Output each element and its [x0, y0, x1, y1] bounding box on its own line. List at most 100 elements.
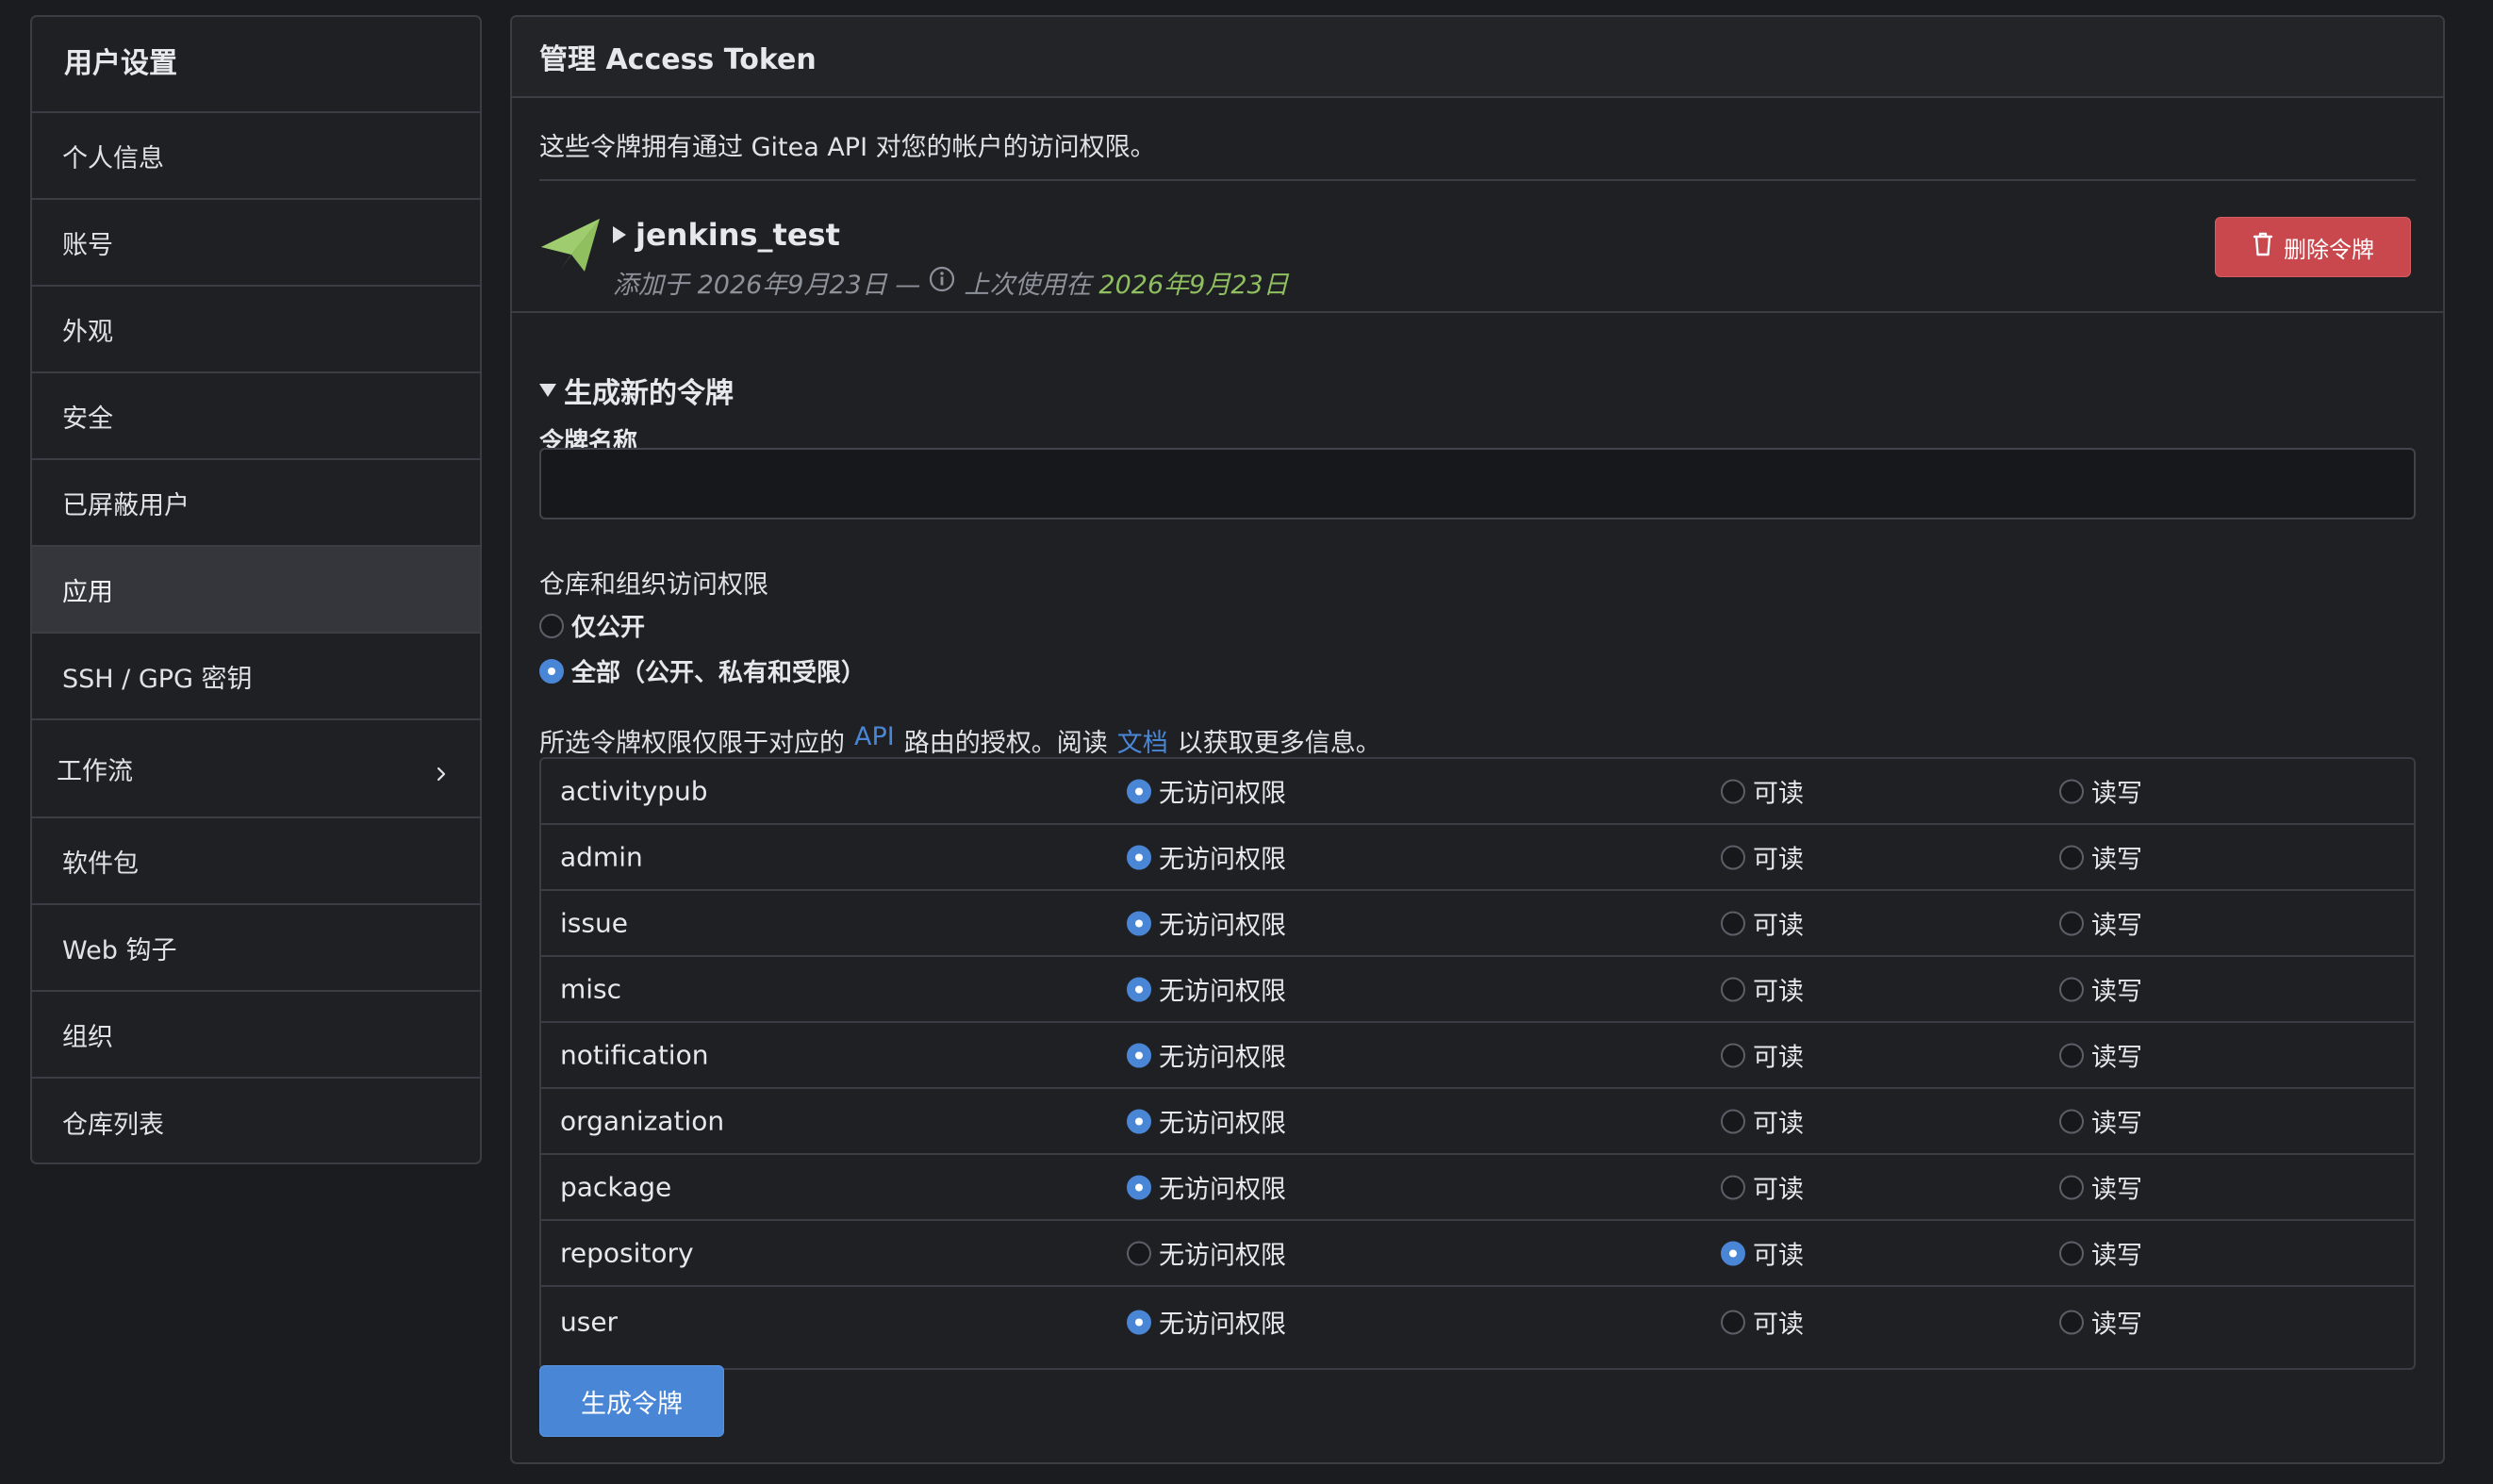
sidebar-item-ssh-gpg-keys[interactable]: SSH / GPG 密钥: [32, 634, 480, 720]
permission-option-read[interactable]: 可读: [1721, 1103, 1804, 1140]
radio-readwrite[interactable]: [2059, 1043, 2084, 1067]
radio-none[interactable]: [1127, 911, 1151, 935]
radio-none[interactable]: [1127, 1310, 1151, 1334]
permission-option-readwrite[interactable]: 读写: [2059, 1169, 2142, 1206]
sidebar-item-repositories[interactable]: 仓库列表: [32, 1079, 480, 1162]
permission-option-none[interactable]: 无访问权限: [1127, 1169, 1286, 1206]
permission-option-label: 可读: [1753, 1310, 1804, 1340]
sidebar-title: 用户设置: [32, 17, 480, 113]
radio-read[interactable]: [1721, 1175, 1745, 1199]
permission-option-label: 读写: [2091, 1109, 2142, 1139]
docs-link[interactable]: 文档: [1117, 722, 1168, 759]
generate-token-toggle[interactable]: 生成新的令牌: [539, 370, 734, 411]
permission-option-readwrite[interactable]: 读写: [2059, 1304, 2142, 1341]
radio-read[interactable]: [1721, 1241, 1745, 1265]
sidebar-item-appearance[interactable]: 外观: [32, 287, 480, 373]
radio-read[interactable]: [1721, 911, 1745, 935]
delete-token-button[interactable]: 删除令牌: [2215, 217, 2411, 277]
sidebar-item-applications[interactable]: 应用: [32, 547, 480, 634]
radio-public[interactable]: [539, 613, 564, 638]
permission-row: repository 无访问权限 可读 读写: [541, 1221, 2414, 1287]
caret-down-icon: [539, 384, 556, 397]
permission-option-label: 读写: [2091, 977, 2142, 1007]
permission-option-read[interactable]: 可读: [1721, 1235, 1804, 1272]
sidebar-item-workflows[interactable]: 工作流: [32, 720, 480, 818]
permission-option-readwrite[interactable]: 读写: [2059, 1037, 2142, 1074]
permission-option-read[interactable]: 可读: [1721, 839, 1804, 876]
radio-none[interactable]: [1127, 1175, 1151, 1199]
permission-option-readwrite[interactable]: 读写: [2059, 1235, 2142, 1272]
permission-row: admin 无访问权限 可读 读写: [541, 825, 2414, 891]
permission-option-none[interactable]: 无访问权限: [1127, 773, 1286, 810]
permission-option-label: 读写: [2091, 1175, 2142, 1205]
permission-option-read[interactable]: 可读: [1721, 1037, 1804, 1074]
permission-option-none[interactable]: 无访问权限: [1127, 1235, 1286, 1272]
radio-none[interactable]: [1127, 977, 1151, 1001]
permission-option-readwrite[interactable]: 读写: [2059, 905, 2142, 942]
permission-option-readwrite[interactable]: 读写: [2059, 839, 2142, 876]
radio-read[interactable]: [1721, 977, 1745, 1001]
permission-option-label: 可读: [1753, 911, 1804, 941]
radio-readwrite[interactable]: [2059, 779, 2084, 803]
sidebar-item-blocked-users[interactable]: 已屏蔽用户: [32, 460, 480, 547]
radio-readwrite[interactable]: [2059, 845, 2084, 869]
radio-read[interactable]: [1721, 1043, 1745, 1067]
permission-option-none[interactable]: 无访问权限: [1127, 971, 1286, 1008]
token-description: 这些令牌拥有通过 Gitea API 对您的帐户的访问权限。: [539, 133, 1156, 162]
permission-option-none[interactable]: 无访问权限: [1127, 1037, 1286, 1074]
permission-option-label: 读写: [2091, 1310, 2142, 1340]
permission-option-read[interactable]: 可读: [1721, 1169, 1804, 1206]
sidebar-item-webhooks[interactable]: Web 钩子: [32, 905, 480, 992]
permission-option-label: 读写: [2091, 1043, 2142, 1073]
sidebar-item-organizations[interactable]: 组织: [32, 992, 480, 1079]
radio-readwrite[interactable]: [2059, 1175, 2084, 1199]
radio-none[interactable]: [1127, 1241, 1151, 1265]
delete-token-label: 删除令牌: [2284, 236, 2374, 263]
permission-name: misc: [560, 973, 622, 1005]
token-toggle[interactable]: jenkins_test: [613, 217, 840, 253]
sidebar-item-packages[interactable]: 软件包: [32, 818, 480, 905]
radio-readwrite[interactable]: [2059, 911, 2084, 935]
permission-option-none[interactable]: 无访问权限: [1127, 1304, 1286, 1341]
permission-option-readwrite[interactable]: 读写: [2059, 971, 2142, 1008]
permission-option-read[interactable]: 可读: [1721, 971, 1804, 1008]
radio-readwrite[interactable]: [2059, 977, 2084, 1001]
permission-option-none[interactable]: 无访问权限: [1127, 839, 1286, 876]
permission-option-label: 无访问权限: [1159, 845, 1286, 875]
permission-option-readwrite[interactable]: 读写: [2059, 1103, 2142, 1140]
generate-token-button[interactable]: 生成令牌: [539, 1365, 724, 1437]
radio-all[interactable]: [539, 658, 564, 684]
token-name-input[interactable]: [539, 448, 2416, 519]
radio-read[interactable]: [1721, 845, 1745, 869]
radio-readwrite[interactable]: [2059, 1109, 2084, 1133]
scope-option-public[interactable]: 仅公开: [539, 608, 645, 643]
permission-option-none[interactable]: 无访问权限: [1127, 905, 1286, 942]
api-link[interactable]: API: [854, 722, 895, 759]
permission-option-read[interactable]: 可读: [1721, 773, 1804, 810]
scope-option-all[interactable]: 全部（公开、私有和受限）: [539, 653, 866, 688]
permission-row: organization 无访问权限 可读 读写: [541, 1089, 2414, 1155]
permission-option-label: 可读: [1753, 845, 1804, 875]
radio-read[interactable]: [1721, 1109, 1745, 1133]
radio-none[interactable]: [1127, 1109, 1151, 1133]
radio-read[interactable]: [1721, 1310, 1745, 1334]
radio-none[interactable]: [1127, 845, 1151, 869]
permission-option-none[interactable]: 无访问权限: [1127, 1103, 1286, 1140]
permission-option-label: 读写: [2091, 911, 2142, 941]
radio-read[interactable]: [1721, 779, 1745, 803]
sidebar-item-profile[interactable]: 个人信息: [32, 113, 480, 200]
perm-note-text: 所选令牌权限仅限于对应的: [539, 729, 845, 758]
radio-readwrite[interactable]: [2059, 1310, 2084, 1334]
permission-option-read[interactable]: 可读: [1721, 1304, 1804, 1341]
scope-option-label: 全部（公开、私有和受限）: [571, 659, 867, 687]
sidebar-item-account[interactable]: 账号: [32, 200, 480, 287]
permission-option-label: 可读: [1753, 1043, 1804, 1073]
sidebar-item-security[interactable]: 安全: [32, 373, 480, 460]
permission-option-label: 可读: [1753, 977, 1804, 1007]
permission-option-read[interactable]: 可读: [1721, 905, 1804, 942]
generate-section-title: 生成新的令牌: [564, 377, 734, 410]
radio-none[interactable]: [1127, 1043, 1151, 1067]
radio-readwrite[interactable]: [2059, 1241, 2084, 1265]
radio-none[interactable]: [1127, 779, 1151, 803]
permission-option-readwrite[interactable]: 读写: [2059, 773, 2142, 810]
